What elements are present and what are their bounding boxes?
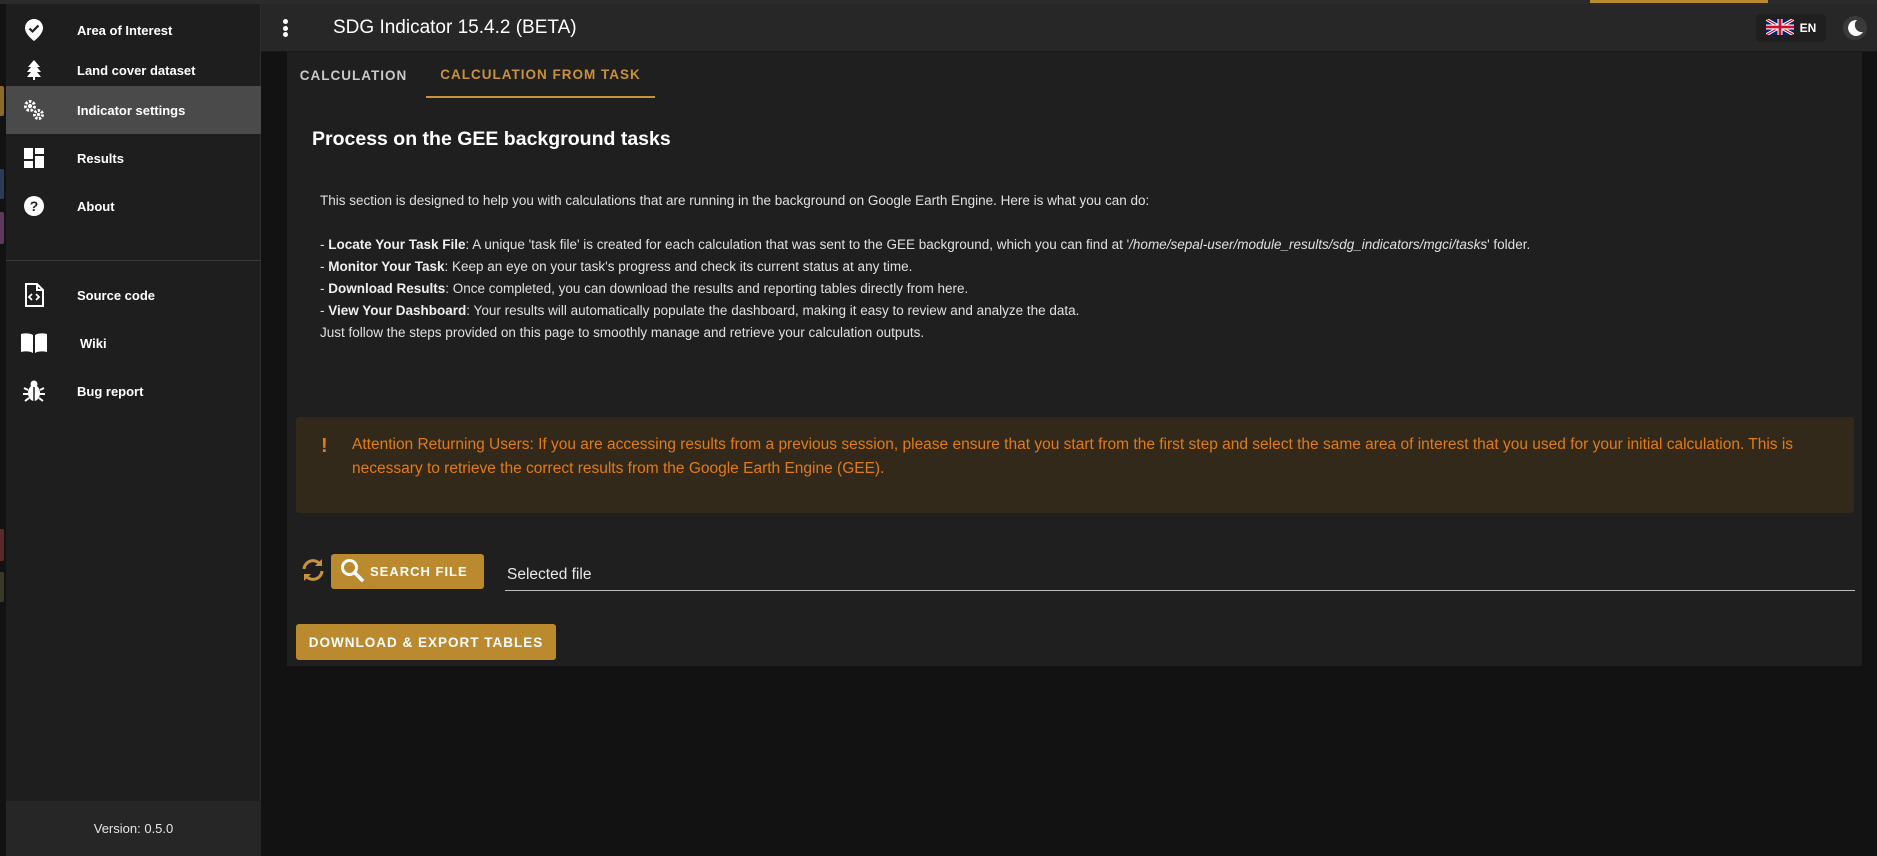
sidebar-item-label: Land cover dataset [77, 62, 196, 78]
sidebar-item-label: Area of Interest [77, 22, 173, 38]
sidebar-link-source-code[interactable]: Source code [6, 271, 261, 319]
bug-icon [20, 377, 48, 405]
book-open-icon [20, 329, 48, 357]
description-intro: This section is designed to help you wit… [320, 193, 1150, 208]
help-circle-icon: ? [20, 192, 48, 220]
main-card: CALCULATION CALCULATION FROM TASK Proces… [287, 52, 1862, 666]
map-marker-check-icon [20, 16, 48, 44]
sidebar-item-label: About [77, 198, 115, 214]
warning-alert: ! Attention Returning Users: If you are … [296, 417, 1854, 513]
sidebar-link-label: Source code [77, 287, 156, 303]
selected-file-label: Selected file [507, 566, 592, 583]
search-icon [340, 558, 364, 585]
app-header: SDG Indicator 15.4.2 (BETA) EN [261, 4, 1877, 52]
tab-calculation-from-task[interactable]: CALCULATION FROM TASK [426, 52, 655, 98]
description-outro: Just follow the steps provided on this p… [320, 325, 925, 340]
refresh-icon[interactable] [300, 557, 326, 583]
app-title: SDG Indicator 15.4.2 (BETA) [333, 17, 577, 38]
step-item: - Monitor Your Task: Keep an eye on your… [320, 259, 913, 274]
tree-icon [20, 56, 48, 84]
sidebar-item-indicator-settings[interactable]: Indicator settings [6, 86, 261, 134]
step-item: - Download Results: Once completed, you … [320, 281, 969, 296]
language-code: EN [1799, 21, 1817, 35]
sidebar-item-label: Indicator settings [77, 102, 186, 118]
svg-text:?: ? [30, 198, 39, 214]
cogs-icon [20, 96, 48, 124]
alert-text: Attention Returning Users: If you are ac… [352, 436, 1794, 477]
file-code-icon [20, 281, 48, 309]
step-item: - View Your Dashboard: Your results will… [320, 303, 1080, 318]
tab-bar: CALCULATION CALCULATION FROM TASK [287, 52, 1862, 98]
description: This section is designed to help you wit… [320, 190, 1820, 344]
selected-file-field[interactable]: Selected file [505, 559, 1855, 591]
sidebar-item-results[interactable]: Results [6, 134, 261, 182]
download-export-tables-button[interactable]: DOWNLOAD & EXPORT TABLES [296, 624, 556, 660]
uk-flag-icon [1764, 17, 1795, 38]
dashboard-icon [20, 144, 48, 172]
sidebar-divider [6, 260, 261, 261]
sidebar-link-label: Bug report [77, 383, 144, 399]
search-file-label: SEARCH FILE [370, 564, 468, 579]
sidebar-item-about[interactable]: ? About [6, 182, 261, 230]
search-file-button[interactable]: SEARCH FILE [331, 554, 484, 589]
theme-toggle-moon-icon[interactable] [1839, 13, 1871, 43]
tab-calculation[interactable]: CALCULATION [293, 52, 414, 98]
window-top-accent [1590, 0, 1768, 3]
language-selector[interactable]: EN [1756, 14, 1826, 42]
sidebar-link-label: Wiki [80, 335, 107, 351]
step-item: - Locate Your Task File: A unique 'task … [320, 237, 1531, 252]
sidebar-link-bug-report[interactable]: Bug report [6, 367, 261, 415]
version-label: Version: 0.5.0 [6, 801, 261, 856]
sidebar-item-label: Results [77, 150, 124, 166]
sidebar-link-wiki[interactable]: Wiki [6, 319, 261, 367]
more-vert-icon[interactable] [280, 16, 290, 40]
sidebar: Area of Interest Land cover dataset Indi… [6, 4, 261, 856]
section-title: Process on the GEE background tasks [312, 128, 671, 150]
exclamation-icon: ! [321, 435, 328, 457]
